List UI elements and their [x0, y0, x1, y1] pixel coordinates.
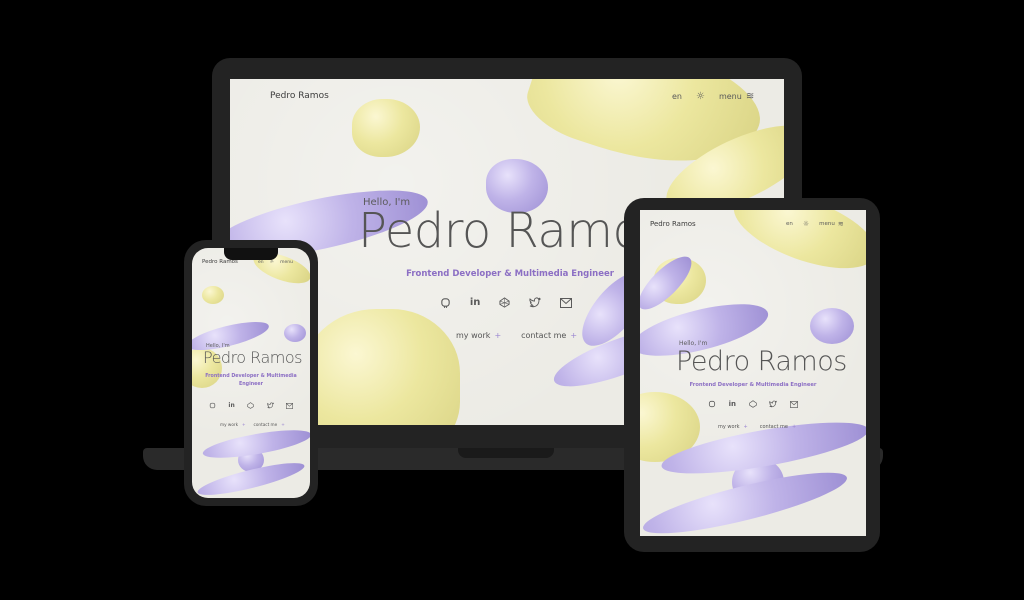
contact-me-button[interactable]: contact me +	[760, 424, 796, 430]
mail-icon[interactable]	[789, 400, 798, 408]
tablet-mockup: Pedro Ramos en ☼ menu ≋ Hello, I'm Pedro…	[624, 198, 880, 552]
theme-toggle-icon[interactable]: ☼	[803, 220, 809, 228]
menu-icon[interactable]: ≋	[746, 91, 754, 102]
site-brand[interactable]: Pedro Ramos	[650, 220, 696, 228]
my-work-button[interactable]: my work +	[220, 422, 246, 427]
codepen-icon[interactable]	[749, 400, 757, 408]
yellow-blob	[352, 99, 420, 157]
site-nav: en ☼ menu ≋	[786, 220, 844, 228]
contact-me-label: contact me	[759, 424, 788, 430]
phone-notch	[224, 248, 278, 260]
linkedin-icon[interactable]: in	[470, 297, 481, 308]
menu-button[interactable]: menu	[719, 92, 742, 101]
my-work-button[interactable]: my work +	[718, 424, 748, 430]
language-toggle[interactable]: en	[672, 92, 682, 101]
social-links: in	[440, 297, 572, 308]
hero-role: Frontend Developer & Multimedia Engineer	[689, 382, 817, 388]
twitter-icon[interactable]	[529, 297, 541, 308]
plus-icon: +	[570, 331, 578, 340]
linkedin-icon[interactable]: in	[228, 402, 234, 409]
contact-me-label: contact me	[253, 422, 278, 427]
github-icon[interactable]	[209, 402, 216, 409]
contact-me-label: contact me	[521, 331, 567, 340]
hero-name: Pedro Ramos	[358, 203, 666, 259]
plus-icon: +	[743, 424, 748, 430]
site-nav: en ☼ menu ≋	[672, 91, 754, 102]
my-work-label: my work	[220, 422, 239, 427]
my-work-button[interactable]: my work +	[456, 331, 501, 340]
tablet-screen: Pedro Ramos en ☼ menu ≋ Hello, I'm Pedro…	[640, 210, 866, 536]
hero-name: Pedro Ramos	[676, 346, 847, 377]
hero-ctas: my work + contact me +	[220, 422, 285, 427]
menu-button[interactable]: menu	[819, 221, 835, 227]
menu-button[interactable]: menu	[280, 260, 293, 265]
twitter-icon[interactable]	[769, 400, 778, 408]
twitter-icon[interactable]	[266, 402, 274, 409]
yellow-blob	[202, 286, 224, 304]
site-brand[interactable]: Pedro Ramos	[270, 91, 329, 101]
purple-blob	[284, 324, 306, 342]
yellow-big-blob	[300, 309, 460, 425]
phone-screen: Pedro Ramos en ☼ menu Hello, I'm Pedro R…	[192, 248, 310, 498]
menu-icon[interactable]: ≋	[838, 220, 844, 228]
language-toggle[interactable]: en	[258, 260, 264, 265]
purple-blob	[810, 308, 854, 344]
mail-icon[interactable]	[285, 402, 293, 409]
plus-icon: +	[494, 331, 502, 340]
contact-me-button[interactable]: contact me +	[521, 331, 577, 340]
plus-icon: +	[791, 424, 797, 430]
theme-toggle-icon[interactable]: ☼	[696, 91, 705, 102]
social-links: in	[209, 402, 293, 409]
hero-ctas: my work + contact me +	[718, 424, 796, 430]
codepen-icon[interactable]	[247, 402, 254, 409]
hero-role-line1: Frontend Developer & Multimedia	[205, 374, 297, 379]
linkedin-icon[interactable]: in	[729, 400, 736, 408]
language-toggle[interactable]: en	[786, 221, 793, 227]
hero-name: Pedro Ramos	[203, 348, 302, 367]
hero-role-line2: Engineer	[238, 382, 264, 387]
social-links: in	[708, 400, 798, 408]
my-work-label: my work	[718, 424, 740, 430]
plus-icon: +	[242, 422, 246, 427]
mail-icon[interactable]	[559, 297, 572, 308]
laptop-hinge-notch	[458, 448, 554, 458]
phone-mockup: Pedro Ramos en ☼ menu Hello, I'm Pedro R…	[184, 240, 318, 506]
codepen-icon[interactable]	[499, 297, 510, 308]
contact-me-button[interactable]: contact me +	[254, 422, 285, 427]
hero-ctas: my work + contact me +	[456, 331, 577, 340]
hero-role: Frontend Developer & Multimedia Engineer	[406, 269, 614, 279]
github-icon[interactable]	[708, 400, 716, 408]
github-icon[interactable]	[440, 297, 451, 308]
my-work-label: my work	[456, 331, 491, 340]
plus-icon: +	[281, 422, 285, 427]
